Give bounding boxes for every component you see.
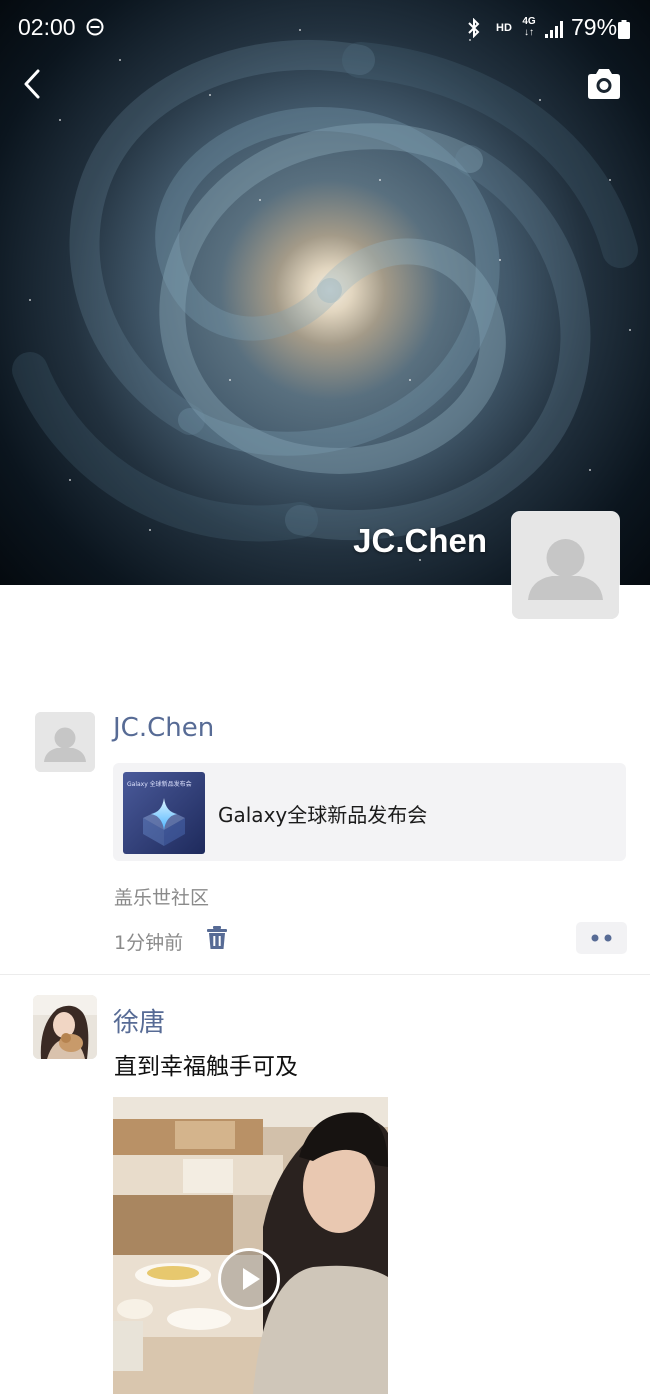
- post-time: 1分钟前: [114, 932, 184, 954]
- network-type: 4G: [522, 16, 536, 27]
- shared-link-thumbnail: Galaxy 全球新品发布会: [123, 772, 205, 854]
- status-bar: 02:00 HD 4G ↓↑ 79%: [0, 0, 650, 58]
- bluetooth-icon: [468, 18, 480, 38]
- status-time: 02:00: [18, 14, 76, 40]
- battery-percent: 79%: [571, 14, 618, 40]
- profile-avatar[interactable]: [512, 512, 619, 619]
- post-author-avatar[interactable]: [33, 995, 97, 1059]
- trash-icon[interactable]: [206, 926, 228, 950]
- video-thumbnail: [113, 1097, 388, 1394]
- post-text: 直到幸福触手可及: [114, 1054, 298, 1080]
- signal-icon: [545, 21, 563, 38]
- shared-link-title: Galaxy全球新品发布会: [218, 803, 428, 827]
- avatar-placeholder-icon: [512, 512, 619, 619]
- play-icon: [243, 1268, 260, 1290]
- play-button[interactable]: [218, 1248, 280, 1310]
- do-not-disturb-icon: [86, 18, 104, 36]
- user-photo-avatar: [33, 995, 97, 1059]
- camera-icon[interactable]: [584, 66, 624, 102]
- post-author-name[interactable]: JC.Chen: [113, 713, 214, 743]
- post-location[interactable]: 盖乐世社区: [114, 883, 209, 910]
- post-author-avatar[interactable]: [35, 712, 95, 772]
- more-actions-button[interactable]: [576, 922, 627, 954]
- post-author-name[interactable]: 徐唐: [113, 1002, 165, 1039]
- more-dots-icon: [591, 934, 612, 942]
- battery-icon: [618, 20, 630, 39]
- cover-image[interactable]: [0, 0, 650, 585]
- galaxy-artwork: [12, 29, 638, 561]
- avatar-placeholder-icon: [35, 712, 95, 772]
- shared-link-card[interactable]: Galaxy 全球新品发布会 Galaxy全球新品发布会: [113, 763, 626, 861]
- post-video[interactable]: [113, 1097, 388, 1394]
- post-divider: [0, 974, 650, 975]
- cover-user-name[interactable]: JC.Chen: [353, 522, 487, 560]
- network-indicator: 4G ↓↑: [522, 16, 536, 38]
- back-arrow-icon[interactable]: [14, 64, 54, 104]
- hd-indicator: HD: [496, 22, 512, 34]
- thumbnail-caption: Galaxy 全球新品发布会: [127, 781, 192, 788]
